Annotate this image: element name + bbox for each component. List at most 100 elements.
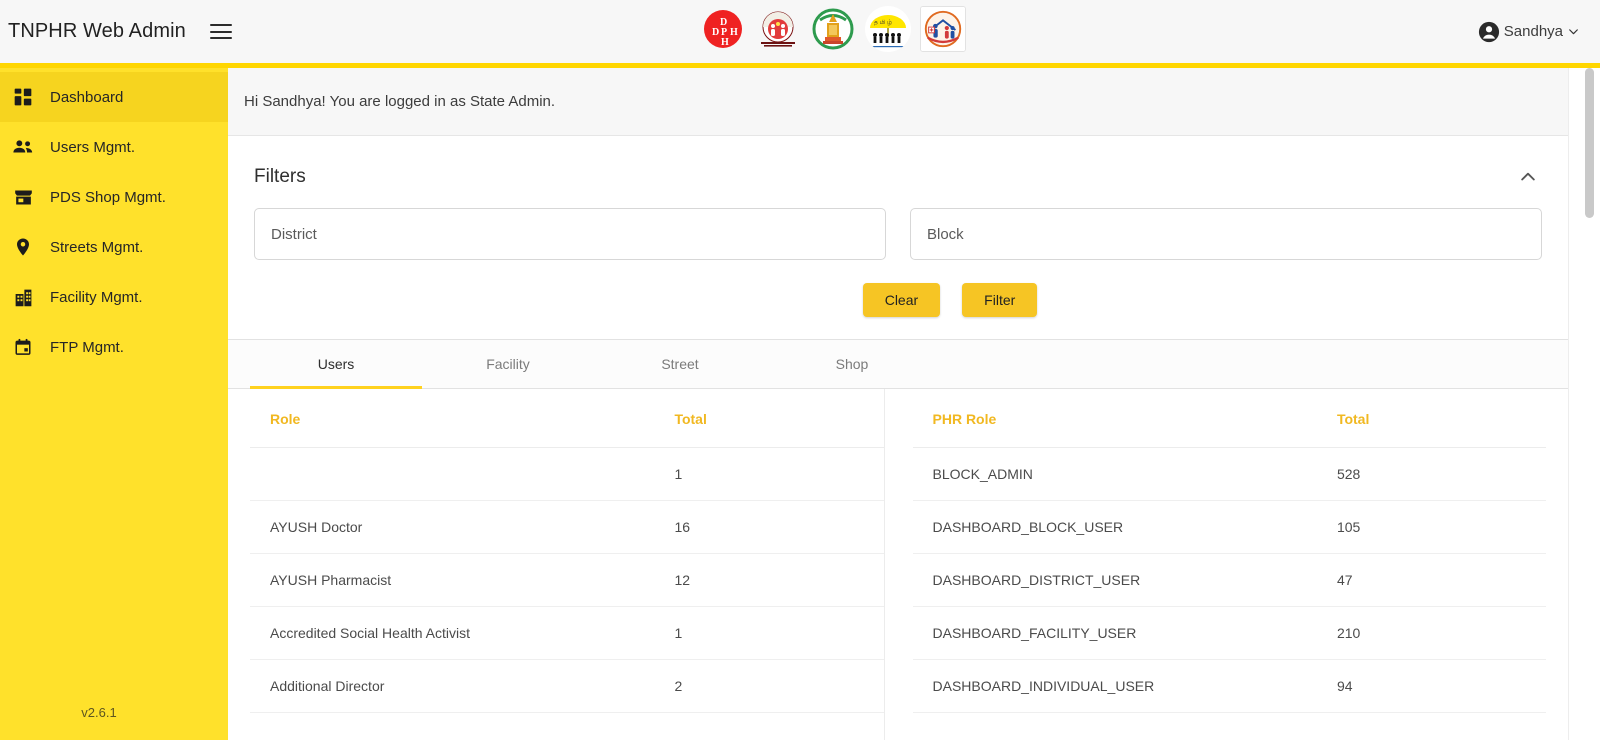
phr-role-table: PHR Role Total BLOCK_ADMIN 528 DASHBOARD… <box>912 389 1546 740</box>
clear-button[interactable]: Clear <box>862 283 941 317</box>
role-cell: AYUSH Doctor <box>250 500 675 554</box>
district-field[interactable]: District <box>254 208 886 260</box>
sidebar-item-label: Users Mgmt. <box>50 138 136 156</box>
phr-role-cell: BLOCK_ADMIN <box>912 447 1337 501</box>
sidebar-item-label: Streets Mgmt. <box>50 238 144 256</box>
sidebar-item-label: Facility Mgmt. <box>50 288 143 306</box>
location-pin-icon <box>12 236 34 258</box>
table-row: Accredited Social Health Activist 1 <box>250 606 884 660</box>
phr-role-table-column: PHR Role Total BLOCK_ADMIN 528 DASHBOARD… <box>912 389 1546 740</box>
svg-text:H: H <box>721 37 729 48</box>
filters-panel: Filters District Block Clear Filter <box>228 136 1568 317</box>
brand-area: TNPHR Web Admin <box>0 20 232 43</box>
chevron-up-icon[interactable] <box>1518 167 1538 187</box>
table-row <box>912 712 1546 740</box>
role-cell <box>250 447 675 501</box>
role-table-column: Role Total 1 AYUSH Doctor 16 AYUSH Pharm… <box>250 389 885 740</box>
sidebar-item-facility-mgmt[interactable]: Facility Mgmt. <box>0 272 228 322</box>
user-menu[interactable]: Sandhya <box>1478 0 1580 63</box>
block-field-placeholder: Block <box>927 225 964 243</box>
sidebar-item-pds-shop-mgmt[interactable]: PDS Shop Mgmt. <box>0 172 228 222</box>
filter-fields-row: District Block <box>250 192 1546 260</box>
table-row: DASHBOARD_BLOCK_USER 105 <box>912 500 1546 554</box>
phr-role-cell: DASHBOARD_DISTRICT_USER <box>912 553 1337 607</box>
role-cell: Additional Director <box>250 659 675 713</box>
tables-container: Role Total 1 AYUSH Doctor 16 AYUSH Pharm… <box>228 389 1568 740</box>
table-header-row: Role Total <box>250 389 884 448</box>
svg-text:த மி ழ்: த மி ழ் <box>874 20 892 26</box>
page-scrollbar[interactable] <box>1568 68 1600 740</box>
building-icon <box>12 286 34 308</box>
role-total-column-header: Total <box>674 389 884 448</box>
role-cell: AYUSH Pharmacist <box>250 553 675 607</box>
role-cell <box>250 712 675 740</box>
table-header-row: PHR Role Total <box>912 389 1546 448</box>
phr-total-column-header: Total <box>1336 389 1546 448</box>
filters-title: Filters <box>254 166 306 187</box>
table-row: AYUSH Doctor 16 <box>250 500 884 554</box>
total-cell: 2 <box>674 659 884 713</box>
sidebar-nav: Dashboard Users Mgmt. PDS Shop Mgmt. Str… <box>0 68 228 372</box>
role-table: Role Total 1 AYUSH Doctor 16 AYUSH Pharm… <box>250 389 884 740</box>
phr-role-column-header: PHR Role <box>912 389 1337 448</box>
phr-role-cell: DASHBOARD_BLOCK_USER <box>912 500 1337 554</box>
scrollbar-thumb[interactable] <box>1585 68 1594 218</box>
table-row: DASHBOARD_DISTRICT_USER 47 <box>912 553 1546 607</box>
dph-logo: D D P H H <box>700 6 746 52</box>
dashboard-grid-icon <box>12 86 34 108</box>
total-cell: 12 <box>674 553 884 607</box>
total-cell: 47 <box>1336 553 1546 607</box>
table-row: AYUSH Pharmacist 12 <box>250 553 884 607</box>
table-row: 1 <box>250 447 884 501</box>
greeting-text: Hi Sandhya! You are logged in as State A… <box>244 93 556 110</box>
role-column-header: Role <box>250 389 675 448</box>
results-tabs: Users Facility Street Shop <box>228 339 1568 389</box>
top-header: TNPHR Web Admin D D P H H த மி ழ் Sandhy… <box>0 0 1600 68</box>
total-cell: 16 <box>674 500 884 554</box>
filter-button[interactable]: Filter <box>962 283 1038 317</box>
table-row: BLOCK_ADMIN 528 <box>912 447 1546 501</box>
role-cell: Accredited Social Health Activist <box>250 606 675 660</box>
app-root: TNPHR Web Admin D D P H H த மி ழ் Sandhy… <box>0 0 1600 740</box>
svg-text:H: H <box>730 27 738 38</box>
sidebar-item-users-mgmt[interactable]: Users Mgmt. <box>0 122 228 172</box>
account-circle-icon <box>1478 21 1499 42</box>
total-cell: 94 <box>1336 659 1546 713</box>
hamburger-icon[interactable] <box>209 24 232 39</box>
tn-government-emblem-logo <box>810 6 856 52</box>
sidebar-item-ftp-mgmt[interactable]: FTP Mgmt. <box>0 322 228 372</box>
total-cell: 105 <box>1336 500 1546 554</box>
phr-role-cell: DASHBOARD_INDIVIDUAL_USER <box>912 659 1337 713</box>
table-row: DASHBOARD_INDIVIDUAL_USER 94 <box>912 659 1546 713</box>
total-cell <box>1336 712 1546 740</box>
phr-role-cell <box>912 712 1337 740</box>
total-cell: 528 <box>1336 447 1546 501</box>
makkalai-thedi-maruthuvam-logo: த மி ழ் <box>865 6 911 52</box>
sidebar-item-streets-mgmt[interactable]: Streets Mgmt. <box>0 222 228 272</box>
total-cell: 1 <box>674 447 884 501</box>
table-row: Additional Director 2 <box>250 659 884 713</box>
tab-shop[interactable]: Shop <box>766 340 938 388</box>
innuyir-kaappom-logo <box>920 6 966 52</box>
tab-street[interactable]: Street <box>594 340 766 388</box>
total-cell: 1 <box>674 606 884 660</box>
tab-users[interactable]: Users <box>250 340 422 389</box>
total-cell: 210 <box>1336 606 1546 660</box>
sidebar-item-label: FTP Mgmt. <box>50 338 124 356</box>
tab-facility[interactable]: Facility <box>422 340 594 388</box>
user-name-label: Sandhya <box>1503 23 1563 40</box>
store-icon <box>12 186 34 208</box>
sidebar-item-dashboard[interactable]: Dashboard <box>0 72 228 122</box>
block-field[interactable]: Block <box>910 208 1542 260</box>
chevron-down-icon[interactable] <box>1567 25 1580 38</box>
table-row: DASHBOARD_FACILITY_USER 210 <box>912 606 1546 660</box>
sidebar: Dashboard Users Mgmt. PDS Shop Mgmt. Str… <box>0 68 228 740</box>
tn-family-welfare-logo <box>755 6 801 52</box>
phr-role-cell: DASHBOARD_FACILITY_USER <box>912 606 1337 660</box>
table-row <box>250 712 884 740</box>
svg-text:D: D <box>712 27 719 38</box>
main-content: Hi Sandhya! You are logged in as State A… <box>228 68 1568 740</box>
filter-actions: Clear Filter <box>354 260 1546 317</box>
district-field-placeholder: District <box>271 225 317 243</box>
calendar-icon <box>12 336 34 358</box>
